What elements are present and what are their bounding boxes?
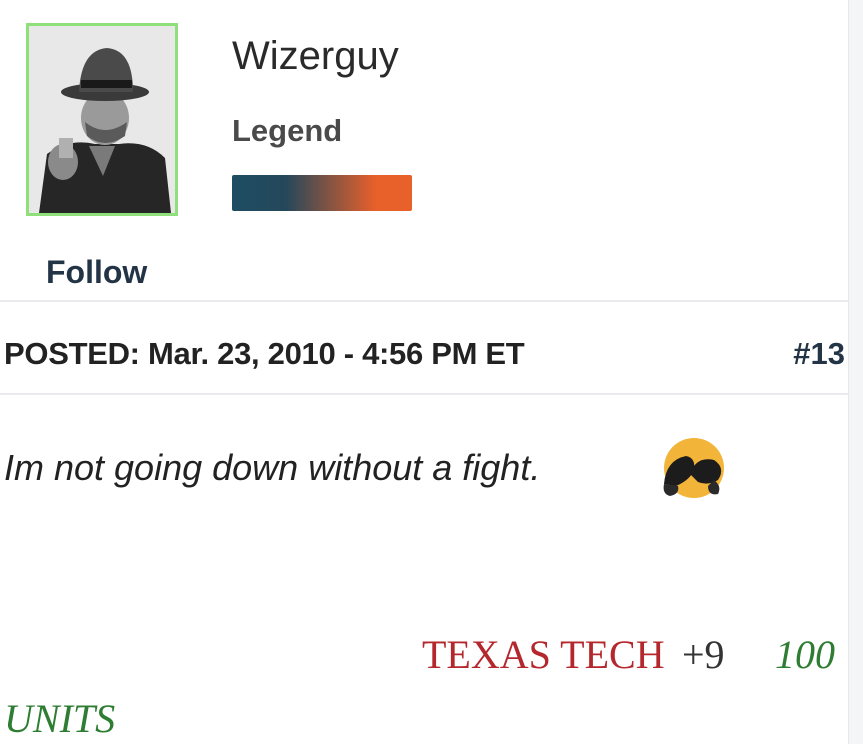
post-body-text: Im not going down without a fight. bbox=[4, 447, 541, 488]
username[interactable]: Wizerguy bbox=[232, 34, 399, 78]
divider bbox=[0, 300, 848, 302]
user-rank: Legend bbox=[232, 113, 343, 148]
divider bbox=[0, 393, 848, 395]
scrollbar-track[interactable] bbox=[848, 0, 863, 744]
boxing-emoji-icon bbox=[663, 438, 724, 498]
pick-units-label: UNITS bbox=[4, 696, 116, 741]
user-avatar[interactable] bbox=[26, 23, 178, 216]
post-timestamp: POSTED: Mar. 23, 2010 - 4:56 PM ET bbox=[4, 336, 525, 371]
post-number-link[interactable]: #13 bbox=[793, 336, 845, 372]
pick-units-amount: 100 bbox=[775, 632, 835, 677]
rank-progress-bar bbox=[232, 175, 412, 211]
pick-team: TEXAS TECH bbox=[422, 632, 665, 677]
avatar-photo-icon bbox=[29, 26, 175, 213]
follow-button[interactable]: Follow bbox=[46, 254, 147, 290]
pick-line: +9 bbox=[682, 632, 725, 677]
